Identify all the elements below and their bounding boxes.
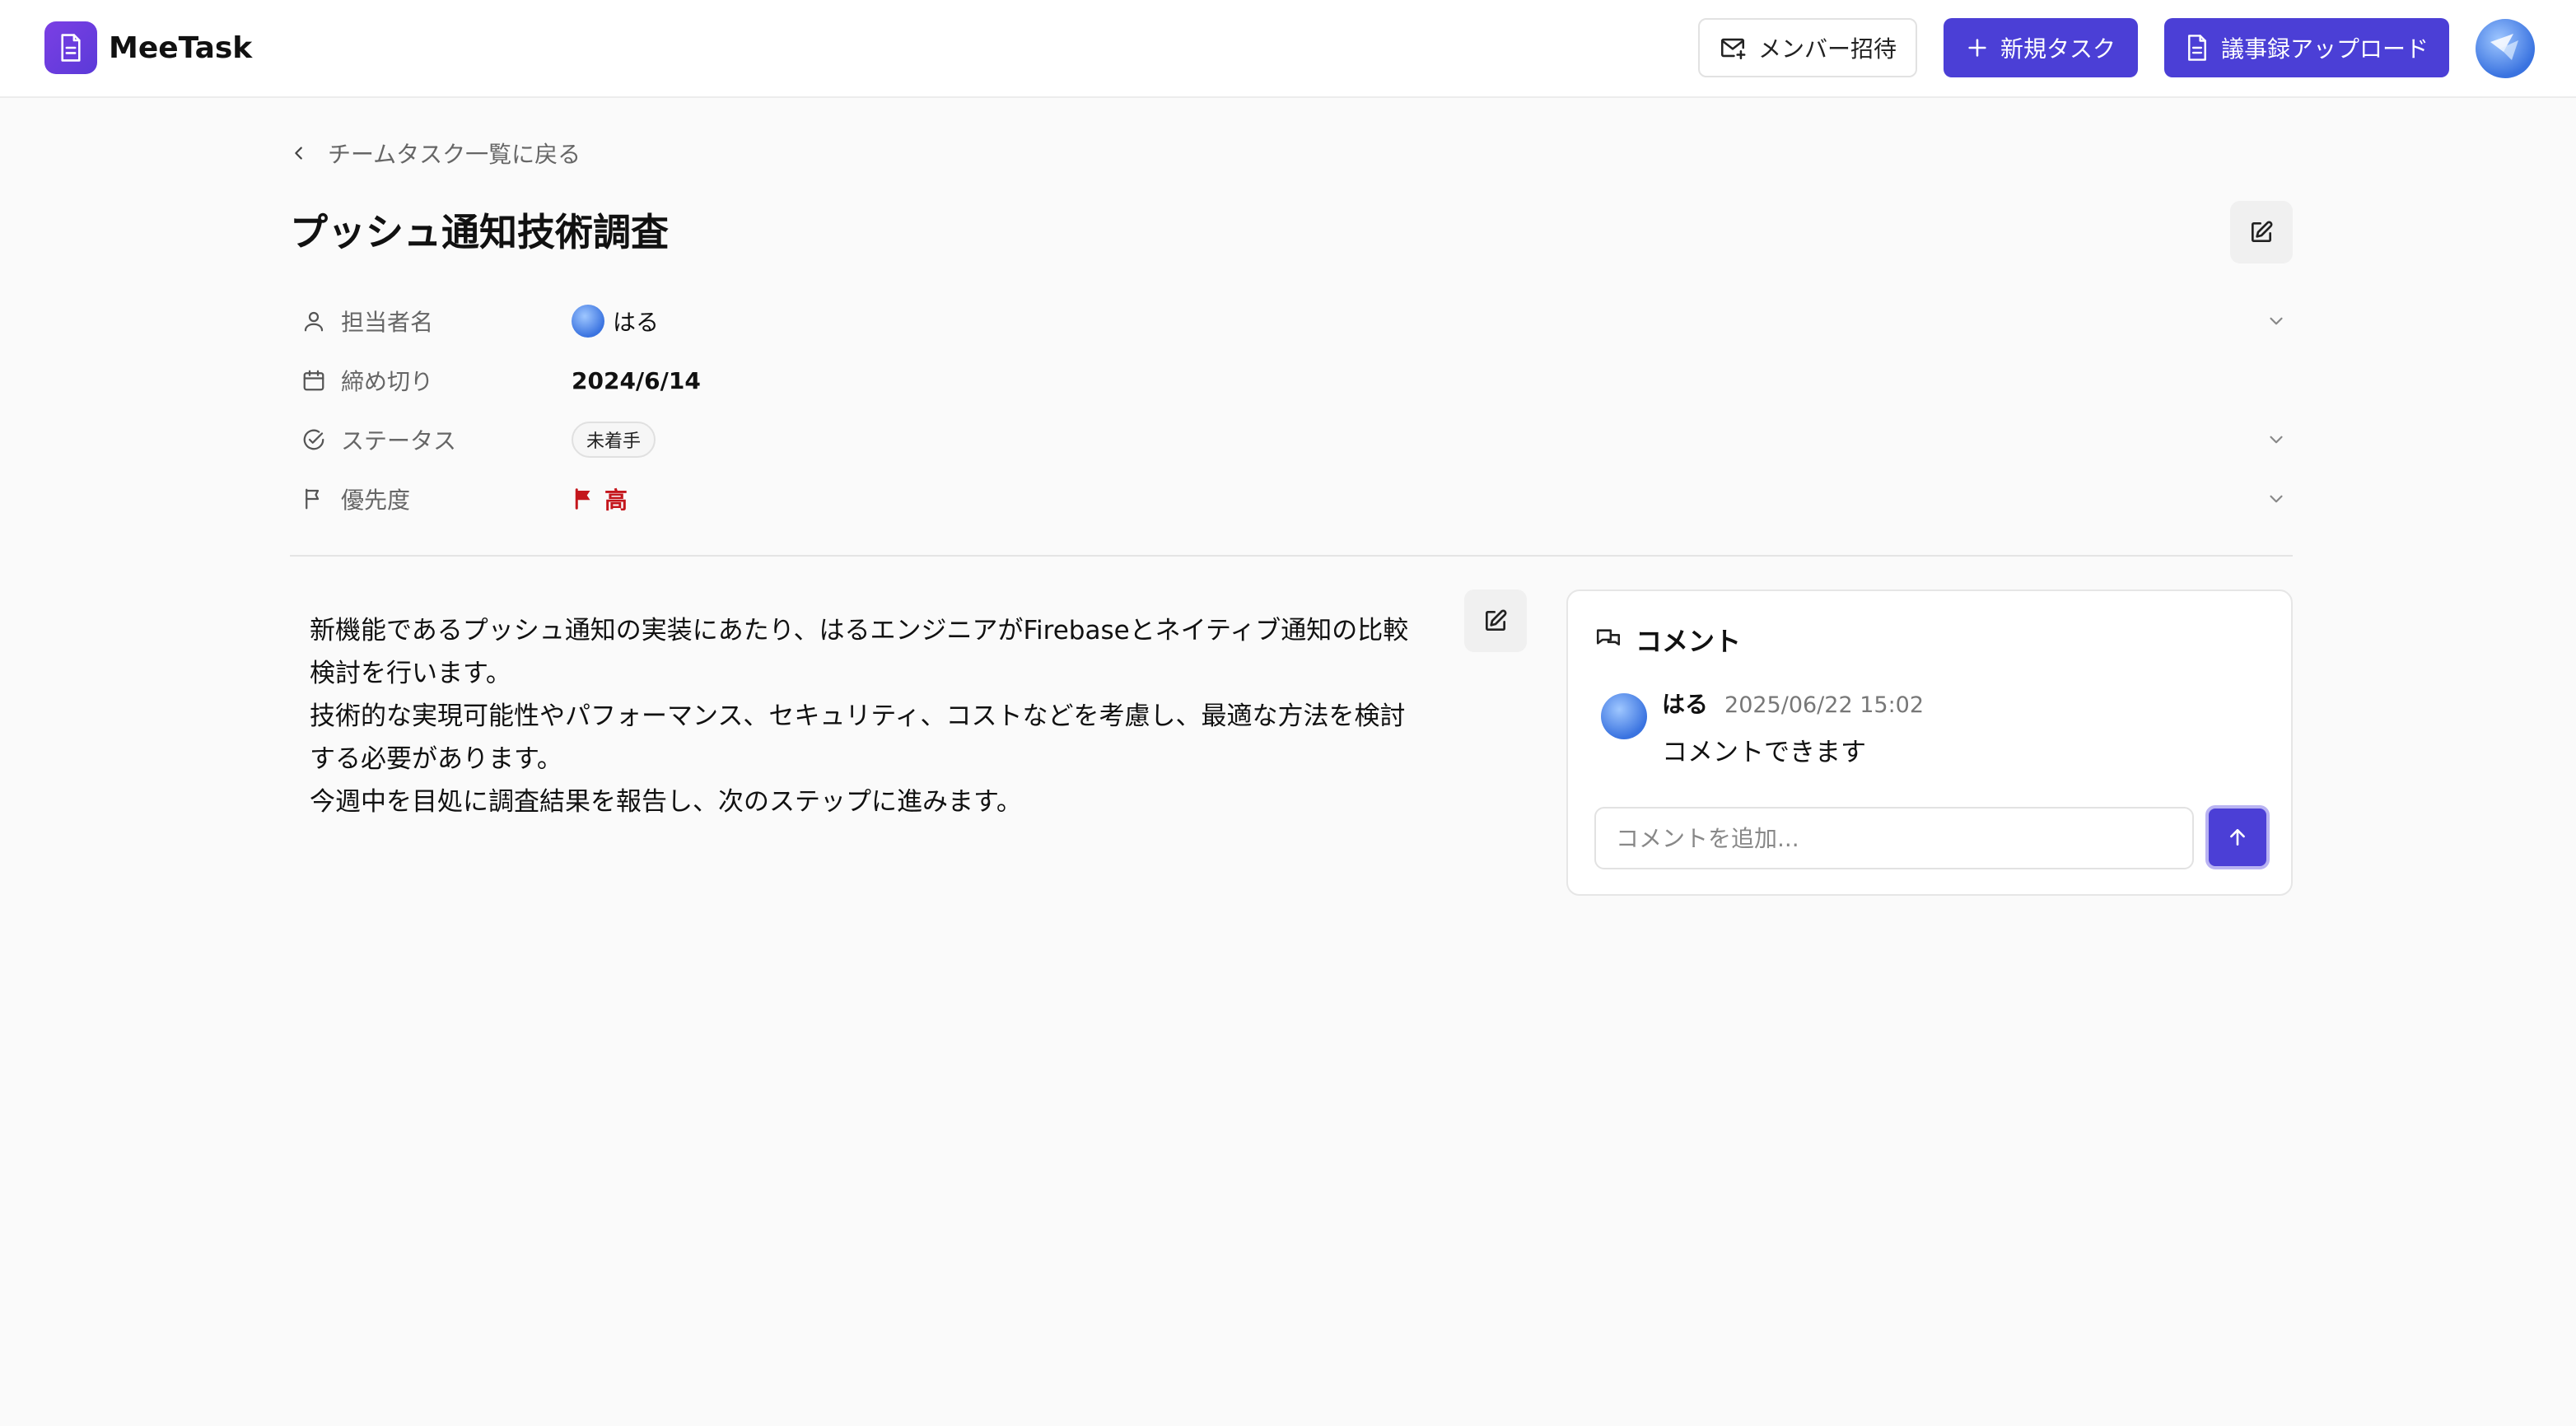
status-value: 未着手 <box>572 422 2260 458</box>
chevron-left-icon <box>295 147 302 160</box>
status-label-text: ステータス <box>341 427 457 454</box>
comment-item: はる 2025/06/22 15:02 コメントできます <box>1601 687 1924 768</box>
invite-member-button[interactable]: メンバー招待 <box>1698 18 1917 77</box>
comments-title: コメント <box>1636 626 1742 657</box>
task-description: 新機能であるプッシュ通知の実装にあたり、はるエンジニアがFirebaseとネイテ… <box>310 609 1430 823</box>
deadline-label: 締め切り <box>290 364 572 397</box>
priority-value: 高 <box>572 482 2260 515</box>
upload-minutes-button[interactable]: 議事録アップロード <box>2164 18 2449 77</box>
description-paragraph: 今週中を目処に調査結果を報告し、次のステップに進みます。 <box>310 787 1022 817</box>
status-dropdown-toggle[interactable] <box>2260 429 2293 450</box>
status-badge: 未着手 <box>572 422 656 458</box>
invite-member-label: メンバー招待 <box>1757 35 1897 63</box>
flag-icon <box>575 488 590 510</box>
back-to-team-tasks-link[interactable]: チームタスク一覧に戻る <box>290 137 581 170</box>
description-paragraph: 技術的な実現可能性やパフォーマンス、セキュリティ、コストなどを考慮し、最適な方法… <box>310 701 1406 774</box>
assignee-label: 担当者名 <box>290 305 572 338</box>
priority-dropdown-toggle[interactable] <box>2260 488 2293 510</box>
document-icon <box>2188 35 2206 61</box>
comments-header: コメント <box>1594 621 1741 659</box>
chevron-down-icon <box>2270 495 2283 503</box>
calendar-icon <box>303 370 324 391</box>
new-task-button[interactable]: 新規タスク <box>1944 18 2138 77</box>
priority-row[interactable]: 優先度 高 <box>290 474 2293 524</box>
priority-label: 優先度 <box>290 482 572 515</box>
assignee-value: はる <box>572 305 2260 338</box>
edit-description-button[interactable] <box>1464 590 1527 652</box>
chevron-down-icon <box>2270 436 2283 444</box>
task-title: プッシュ通知技術調査 <box>290 210 669 254</box>
deadline-row[interactable]: 締め切り 2024/6/14 <box>290 356 2293 405</box>
app-logo[interactable]: MeeTask <box>44 21 252 74</box>
document-icon <box>44 21 97 74</box>
edit-icon <box>2252 221 2273 242</box>
status-row[interactable]: ステータス 未着手 <box>290 415 2293 464</box>
assignee-row[interactable]: 担当者名 はる <box>290 296 2293 346</box>
edit-icon <box>1486 609 1507 631</box>
deadline-value: 2024/6/14 <box>572 367 2260 394</box>
deadline-label-text: 締め切り <box>341 368 434 395</box>
comment-meta: はる 2025/06/22 15:02 <box>1662 687 1924 720</box>
comment-avatar <box>1601 693 1647 739</box>
assignee-label-text: 担当者名 <box>341 309 434 336</box>
comment-body: はる 2025/06/22 15:02 コメントできます <box>1662 687 1924 768</box>
user-icon <box>304 311 324 332</box>
description-paragraph: 新機能であるプッシュ通知の実装にあたり、はるエンジニアがFirebaseとネイテ… <box>310 616 1409 688</box>
priority-label-text: 優先度 <box>341 487 411 514</box>
comment-author: はる <box>1662 691 1709 718</box>
priority-indicator: 高 <box>572 482 628 515</box>
comments-panel: コメント はる 2025/06/22 15:02 コメントできます <box>1566 590 2293 896</box>
plus-icon <box>1968 39 1986 57</box>
top-header: MeeTask メンバー招待 新規タスク 議事録アップロード <box>0 0 2576 98</box>
app-name: MeeTask <box>109 30 253 65</box>
deadline-date: 2024/6/14 <box>572 366 701 394</box>
status-label: ステータス <box>290 423 572 456</box>
comment-timestamp: 2025/06/22 15:02 <box>1724 692 1925 718</box>
user-avatar[interactable] <box>2476 19 2535 78</box>
back-link-label: チームタスク一覧に戻る <box>328 141 581 168</box>
check-circle-icon <box>303 429 324 450</box>
comment-input[interactable] <box>1594 807 2194 869</box>
mail-plus-icon <box>1720 38 1746 60</box>
upload-minutes-label: 議事録アップロード <box>2220 35 2429 63</box>
new-task-label: 新規タスク <box>2000 35 2116 63</box>
send-comment-button[interactable] <box>2205 805 2270 869</box>
chevron-down-icon <box>2270 317 2283 325</box>
comment-text: コメントできます <box>1662 738 1866 767</box>
chat-bubbles-icon <box>1596 629 1621 645</box>
arrow-up-icon <box>2230 829 2245 846</box>
assignee-name: はる <box>613 309 660 336</box>
flag-icon <box>306 488 320 510</box>
assignee-dropdown-toggle[interactable] <box>2260 310 2293 332</box>
assignee-avatar <box>572 305 604 338</box>
priority-text: 高 <box>604 487 628 514</box>
edit-title-button[interactable] <box>2230 201 2293 263</box>
section-divider <box>290 555 2293 557</box>
